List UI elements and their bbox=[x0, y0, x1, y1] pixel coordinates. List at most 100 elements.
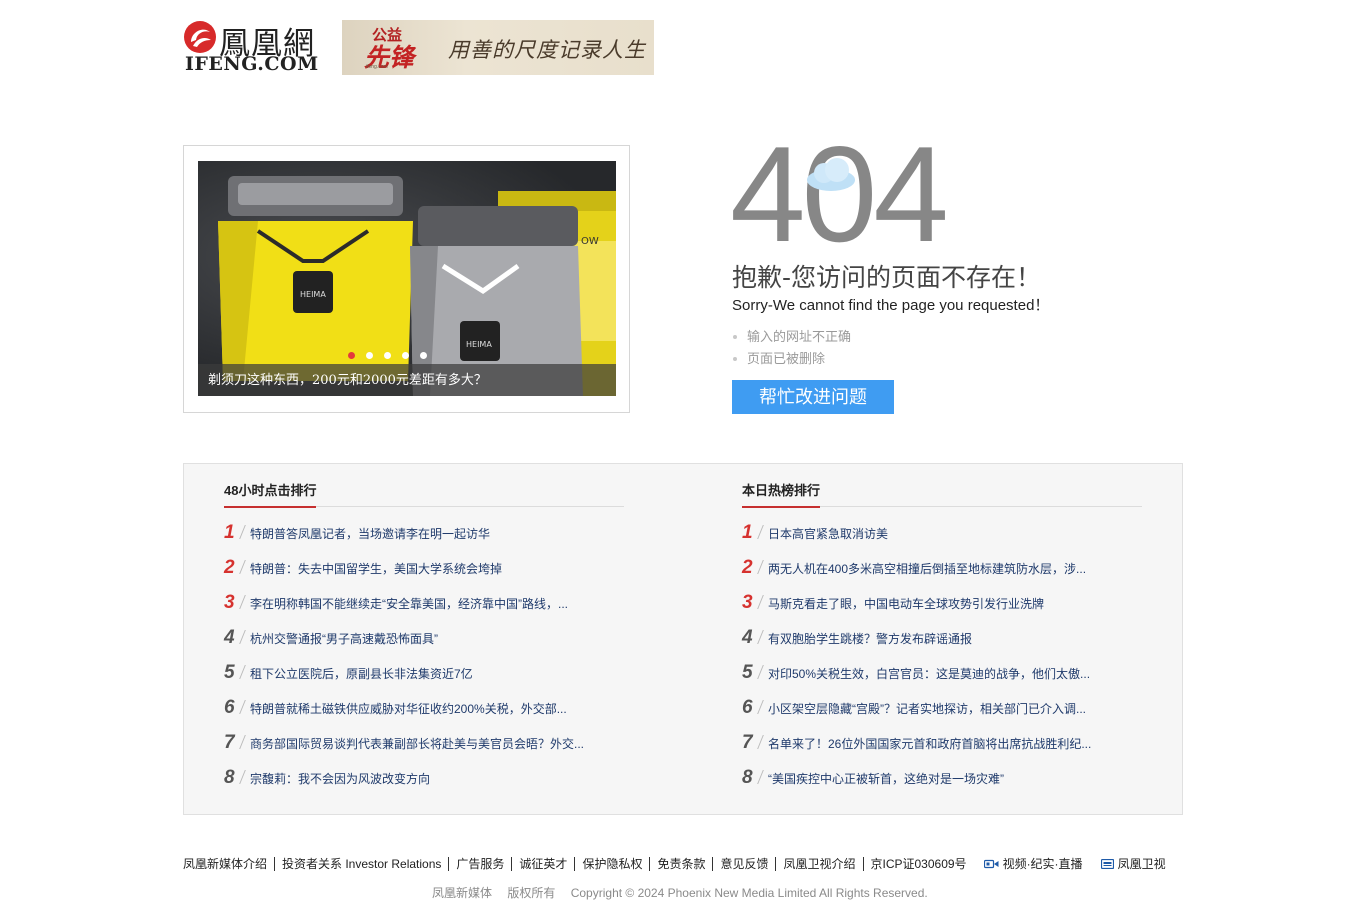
error-code: 404 bbox=[730, 118, 949, 270]
rank-48h: 48小时点击排行 1 特朗普答凤凰记者，当场邀请李在明一起访华 2 特朗普：失去中国… bbox=[224, 482, 624, 803]
copyright-rights: 版权所有 bbox=[507, 886, 556, 900]
rank-48h-header: 48小时点击排行 bbox=[224, 482, 624, 508]
rank-number: 5 bbox=[224, 662, 235, 683]
slider-pagination bbox=[348, 352, 427, 362]
footer-link-video[interactable]: 视频·纪实·直播 bbox=[983, 855, 1083, 872]
rank-item: 7 名单来了！26位外国国家元首和政府首脑将出席抗战胜利纪... bbox=[742, 732, 1142, 768]
rank-link[interactable]: 马斯克看走了眼，中国电动车全球攻势引发行业洗牌 bbox=[768, 593, 1044, 615]
charity-badge: 公益 先锋 ifeng.com bbox=[362, 24, 430, 72]
footer-link-icp[interactable]: 京ICP证030609号 bbox=[862, 856, 974, 871]
rank-today-header: 本日热榜排行 bbox=[742, 482, 1142, 508]
rank-item: 3 李在明称韩国不能继续走“安全靠美国，经济靠中国”路线，... bbox=[224, 592, 624, 628]
rank-number: 1 bbox=[224, 522, 235, 543]
page: 鳳凰網 IFENG.COM 公益 先锋 ifeng.com 用善的尺度记录人生 … bbox=[0, 0, 1366, 906]
rank-item: 4 杭州交警通报“男子高速戴恐怖面具” bbox=[224, 627, 624, 663]
phoenix-logo-icon bbox=[184, 21, 216, 53]
slide-caption-link[interactable]: 剃须刀这种东西，200元和2000元差距有多大？ bbox=[208, 369, 487, 388]
error-reason: 输入的网址不正确 bbox=[732, 326, 851, 348]
rank-link[interactable]: 杭州交警通报“男子高速戴恐怖面具” bbox=[250, 628, 438, 650]
svg-text:OW: OW bbox=[581, 236, 599, 247]
copyright: 凤凰新媒体 版权所有 Copyright © 2024 Phoenix New … bbox=[432, 884, 940, 901]
rank-number: 3 bbox=[224, 592, 235, 613]
rank-number: 4 bbox=[224, 627, 235, 648]
rank-item: 3 马斯克看走了眼，中国电动车全球攻势引发行业洗牌 bbox=[742, 592, 1142, 628]
rank-item: 4 有双胞胎学生跳楼？警方发布辟谣通报 bbox=[742, 627, 1142, 663]
rank-link[interactable]: 日本高官紧急取消访美 bbox=[768, 523, 888, 545]
rank-link[interactable]: 特朗普：失去中国留学生，美国大学系统会垮掉 bbox=[250, 558, 502, 580]
rank-link[interactable]: 对印50%关税生效，白宫官员：这是莫迪的战争，他们太傲... bbox=[768, 663, 1090, 685]
error-title-chinese: 抱歉-您访问的页面不存在！ bbox=[732, 263, 1042, 292]
svg-text:HEIMA: HEIMA bbox=[300, 290, 326, 299]
footer-link-tv[interactable]: 凤凰卫视 bbox=[1100, 855, 1166, 872]
tv-icon bbox=[1100, 858, 1114, 869]
rank-item: 2 特朗普：失去中国留学生，美国大学系统会垮掉 bbox=[224, 557, 624, 593]
slider-dot[interactable] bbox=[366, 352, 373, 359]
rank-item: 2 两无人机在400多米高空相撞后倒插至地标建筑防水层，涉... bbox=[742, 557, 1142, 593]
footer-link-about[interactable]: 凤凰新媒体介绍 bbox=[183, 857, 274, 871]
rank-item: 7 商务部国际贸易谈判代表兼副部长将赴美与美官员会晤？外交... bbox=[224, 732, 624, 768]
rank-item: 1 日本高官紧急取消访美 bbox=[742, 522, 1142, 558]
rank-link[interactable]: 宗馥莉：我不会因为风波改变方向 bbox=[250, 768, 430, 790]
slider-dot[interactable] bbox=[348, 352, 355, 359]
rank-item: 8 “美国疾控中心正被斩首，这绝对是一场灾难” bbox=[742, 767, 1142, 803]
rank-number: 2 bbox=[224, 557, 235, 578]
rank-link[interactable]: 两无人机在400多米高空相撞后倒插至地标建筑防水层，涉... bbox=[768, 558, 1086, 580]
footer-link-tv-about[interactable]: 凤凰卫视介绍 bbox=[775, 856, 862, 871]
video-camera-icon bbox=[983, 859, 999, 868]
rank-48h-title: 48小时点击排行 bbox=[224, 482, 317, 508]
rank-item: 5 租下公立医院后，原副县长非法集资近7亿 bbox=[224, 662, 624, 698]
rank-number: 6 bbox=[742, 697, 753, 718]
error-reason: 页面已被删除 bbox=[732, 348, 851, 370]
rank-link[interactable]: 特朗普就稀土磁铁供应威胁对华征收约200%关税，外交部... bbox=[250, 698, 567, 720]
rank-item: 5 对印50%关税生效，白宫官员：这是莫迪的战争，他们太傲... bbox=[742, 662, 1142, 698]
slider-dot[interactable] bbox=[384, 352, 391, 359]
rank-number: 5 bbox=[742, 662, 753, 683]
rank-number: 4 bbox=[742, 627, 753, 648]
banner-slogan: 用善的尺度记录人生 bbox=[448, 38, 646, 62]
footer-link-jobs[interactable]: 诚征英才 bbox=[511, 856, 574, 871]
rank-48h-list: 1 特朗普答凤凰记者，当场邀请李在明一起访华 2 特朗普：失去中国留学生，美国大学系… bbox=[224, 522, 624, 803]
rank-link[interactable]: “美国疾控中心正被斩首，这绝对是一场灾难” bbox=[768, 768, 1004, 790]
footer-tv-label: 凤凰卫视 bbox=[1117, 857, 1166, 871]
copyright-text: Copyright © 2024 Phoenix New Media Limit… bbox=[570, 886, 928, 900]
slider-dot[interactable] bbox=[402, 352, 409, 359]
footer-link-investor[interactable]: 投资者关系 Investor Relations bbox=[274, 856, 448, 871]
footer-video-label: 视频·纪实·直播 bbox=[1002, 857, 1083, 871]
slide-image[interactable]: OW HEIMA HEIMA 剃须刀这种东西，200元和2000元差距有多大？ bbox=[198, 161, 616, 396]
error-title-english: Sorry-We cannot find the page you reques… bbox=[732, 297, 1050, 314]
rank-item: 8 宗馥莉：我不会因为风波改变方向 bbox=[224, 767, 624, 803]
rank-link[interactable]: 特朗普答凤凰记者，当场邀请李在明一起访华 bbox=[250, 523, 490, 545]
rank-item: 6 特朗普就稀土磁铁供应威胁对华征收约200%关税，外交部... bbox=[224, 697, 624, 733]
ifeng-logo[interactable]: 鳳凰網 IFENG.COM bbox=[183, 20, 323, 75]
footer-link-ads[interactable]: 广告服务 bbox=[448, 856, 511, 871]
footer-links: 凤凰新媒体介绍 投资者关系 Investor Relations 广告服务 诚征… bbox=[183, 855, 1166, 872]
rank-today-title: 本日热榜排行 bbox=[742, 482, 821, 508]
charity-banner[interactable]: 公益 先锋 ifeng.com 用善的尺度记录人生 bbox=[342, 20, 654, 75]
rank-link[interactable]: 有双胞胎学生跳楼？警方发布辟谣通报 bbox=[768, 628, 972, 650]
image-slider: OW HEIMA HEIMA 剃须刀这种东西，200元和2000元差距有多大？ bbox=[183, 145, 630, 413]
help-improve-button[interactable]: 帮忙改进问题 bbox=[732, 380, 894, 414]
rankings-panel: 48小时点击排行 1 特朗普答凤凰记者，当场邀请李在明一起访华 2 特朗普：失去中国… bbox=[183, 463, 1183, 815]
slider-dot[interactable] bbox=[420, 352, 427, 359]
rank-number: 8 bbox=[224, 767, 235, 788]
rank-number: 7 bbox=[224, 732, 235, 753]
svg-text:HEIMA: HEIMA bbox=[466, 340, 492, 349]
rank-link[interactable]: 李在明称韩国不能继续走“安全靠美国，经济靠中国”路线，... bbox=[250, 593, 568, 615]
footer-link-privacy[interactable]: 保护隐私权 bbox=[574, 856, 649, 871]
rank-number: 3 bbox=[742, 592, 753, 613]
rank-number: 6 bbox=[224, 697, 235, 718]
rank-number: 7 bbox=[742, 732, 753, 753]
rank-link[interactable]: 商务部国际贸易谈判代表兼副部长将赴美与美官员会晤？外交... bbox=[250, 733, 584, 755]
rank-item: 1 特朗普答凤凰记者，当场邀请李在明一起访华 bbox=[224, 522, 624, 558]
rank-today: 本日热榜排行 1 日本高官紧急取消访美 2 两无人机在400多米高空相撞后倒插至地标… bbox=[742, 482, 1142, 803]
footer-link-feedback[interactable]: 意见反馈 bbox=[712, 856, 775, 871]
copyright-company: 凤凰新媒体 bbox=[432, 886, 493, 900]
rank-item: 6 小区架空层隐藏“宫殿”？记者实地探访，相关部门已介入调... bbox=[742, 697, 1142, 733]
rank-number: 2 bbox=[742, 557, 753, 578]
rank-number: 1 bbox=[742, 522, 753, 543]
rank-link[interactable]: 名单来了！26位外国国家元首和政府首脑将出席抗战胜利纪... bbox=[768, 733, 1091, 755]
rank-link[interactable]: 租下公立医院后，原副县长非法集资近7亿 bbox=[250, 663, 473, 685]
rank-link[interactable]: 小区架空层隐藏“宫殿”？记者实地探访，相关部门已介入调... bbox=[768, 698, 1086, 720]
error-reasons-list: 输入的网址不正确 页面已被删除 bbox=[732, 326, 851, 370]
footer-link-disclaimer[interactable]: 免责条款 bbox=[649, 856, 712, 871]
